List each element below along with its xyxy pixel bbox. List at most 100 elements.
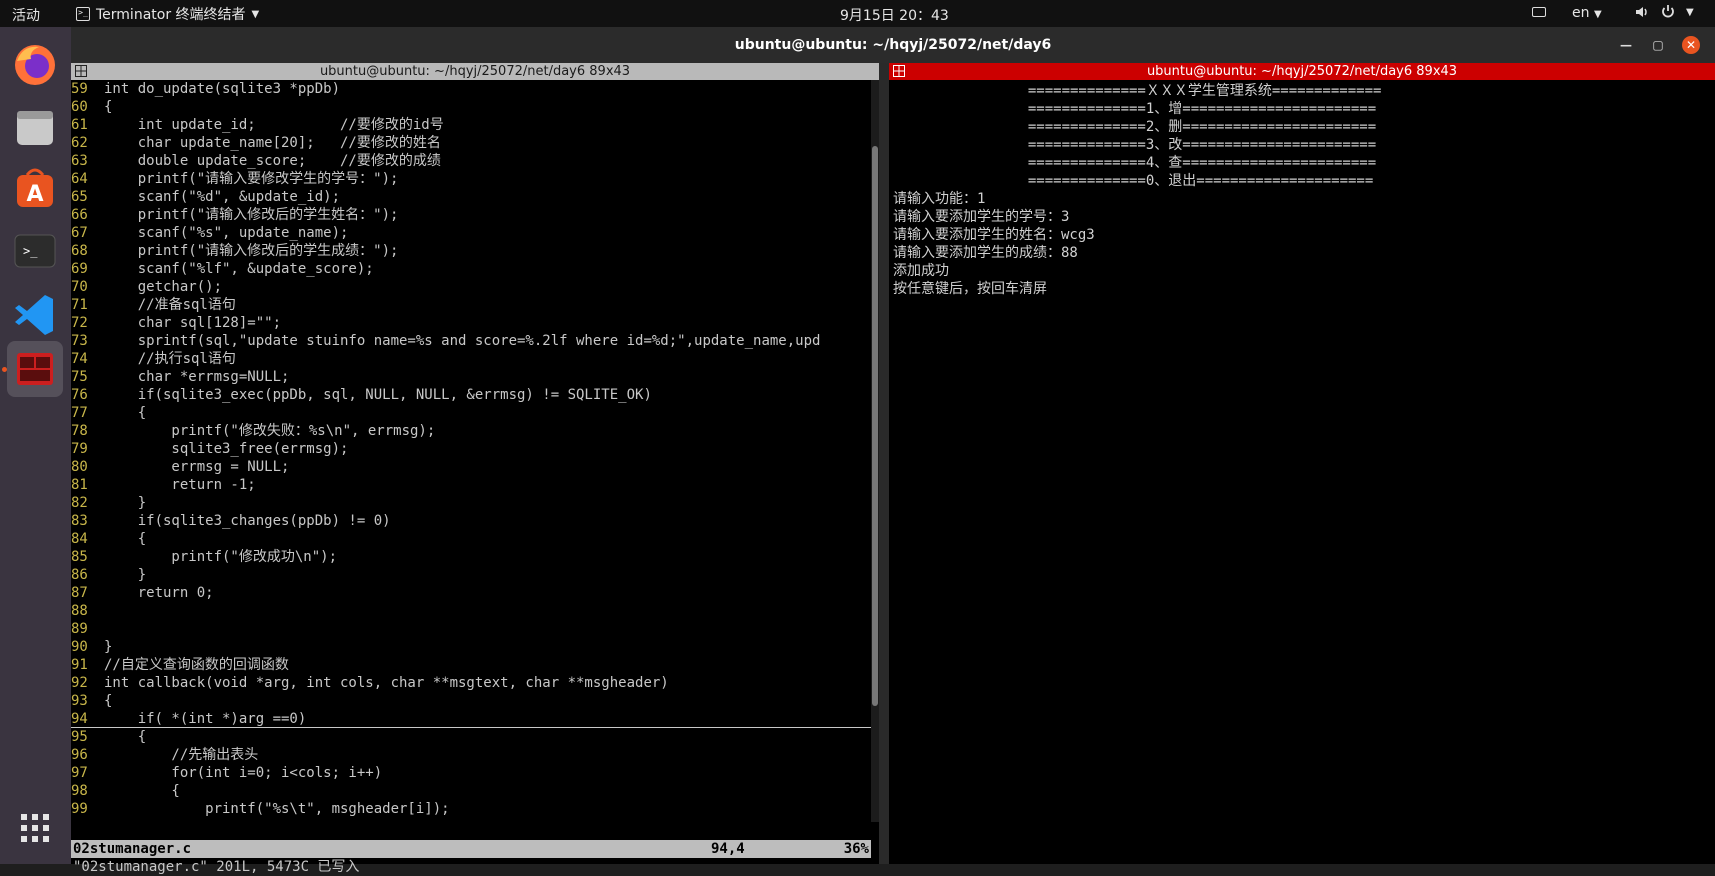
program-output[interactable]: ==============ＸＸＸ学生管理系统============= ===…: [893, 82, 1713, 298]
app-menu[interactable]: >_ Terminator 终端终结者 ▼: [76, 4, 259, 24]
output-line: 请输入要添加学生的学号：3: [893, 209, 1070, 225]
terminal-app-icon[interactable]: >_: [7, 223, 63, 279]
code-line[interactable]: 89: [71, 620, 871, 638]
line-number: 64: [71, 171, 88, 187]
line-number: 61: [71, 117, 88, 133]
line-number: 77: [71, 405, 88, 421]
code-line[interactable]: 81 return -1;: [71, 476, 871, 494]
code-text: printf("修改失败：%s\n", errmsg);: [104, 423, 436, 439]
code-line[interactable]: 78 printf("修改失败：%s\n", errmsg);: [71, 422, 871, 440]
code-text: sprintf(sql,"update stuinfo name=%s and …: [104, 333, 821, 349]
line-number: 62: [71, 135, 88, 151]
output-line: ==============4、查=======================: [893, 155, 1377, 171]
line-number: 91: [71, 657, 88, 673]
code-line[interactable]: 95 {: [71, 728, 871, 746]
code-line[interactable]: 59 int do_update(sqlite3 *ppDb): [71, 80, 871, 98]
code-line[interactable]: 98 {: [71, 782, 871, 800]
minimize-icon[interactable]: —: [1617, 36, 1635, 54]
output-line: 添加成功: [893, 263, 949, 279]
code-line[interactable]: 92 int callback(void *arg, int cols, char…: [71, 674, 871, 692]
code-line[interactable]: 91 //自定义查询函数的回调函数: [71, 656, 871, 674]
vim-command-line[interactable]: "02stumanager.c" 201L, 5473C 已写入: [71, 858, 871, 876]
code-line[interactable]: 97 for(int i=0; i<cols; i++): [71, 764, 871, 782]
code-line[interactable]: 70 getchar();: [71, 278, 871, 296]
pane-splitter[interactable]: [879, 63, 889, 864]
window-titlebar[interactable]: ubuntu@ubuntu: ~/hqyj/25072/net/day6 — ▢…: [71, 27, 1715, 63]
code-line[interactable]: 85 printf("修改成功\n");: [71, 548, 871, 566]
line-number: 78: [71, 423, 88, 439]
line-number: 69: [71, 261, 88, 277]
right-terminal-pane[interactable]: ubuntu@ubuntu: ~/hqyj/25072/net/day6 89x…: [889, 63, 1715, 864]
split-grid-icon[interactable]: [75, 65, 87, 77]
split-grid-icon[interactable]: [893, 65, 905, 77]
close-icon[interactable]: ✕: [1682, 36, 1700, 54]
code-line[interactable]: 77 {: [71, 404, 871, 422]
line-number: 93: [71, 693, 88, 709]
keyboard-icon[interactable]: [1532, 7, 1546, 17]
code-line[interactable]: 80 errmsg = NULL;: [71, 458, 871, 476]
left-terminal-pane[interactable]: ubuntu@ubuntu: ~/hqyj/25072/net/day6 89x…: [71, 63, 879, 875]
code-line[interactable]: 79 sqlite3_free(errmsg);: [71, 440, 871, 458]
output-line: ==============ＸＸＸ学生管理系统=============: [893, 83, 1382, 99]
code-line[interactable]: 63 double update_score; //要修改的成绩: [71, 152, 871, 170]
software-center-icon[interactable]: A: [7, 161, 63, 217]
line-number: 82: [71, 495, 88, 511]
code-line[interactable]: 84 {: [71, 530, 871, 548]
show-apps-icon[interactable]: [7, 800, 63, 856]
output-line: 请输入功能：1: [893, 191, 986, 207]
chevron-down-icon: ▼: [251, 8, 260, 20]
code-line[interactable]: 72 char sql[128]="";: [71, 314, 871, 332]
code-line[interactable]: 82 }: [71, 494, 871, 512]
line-number: 65: [71, 189, 88, 205]
code-text: {: [104, 405, 147, 421]
code-line[interactable]: 60 {: [71, 98, 871, 116]
code-line[interactable]: 90}: [71, 638, 871, 656]
code-line[interactable]: 87 return 0;: [71, 584, 871, 602]
code-text: int update_id; //要修改的id号: [104, 117, 444, 133]
code-line[interactable]: 69 scanf("%lf", &update_score);: [71, 260, 871, 278]
code-line[interactable]: 68 printf("请输入修改后的学生成绩：");: [71, 242, 871, 260]
code-line[interactable]: 76 if(sqlite3_exec(ppDb, sql, NULL, NULL…: [71, 386, 871, 404]
system-tray[interactable]: ▼: [1634, 4, 1694, 20]
line-number: 90: [71, 639, 88, 655]
code-line[interactable]: 75 char *errmsg=NULL;: [71, 368, 871, 386]
code-text: }: [104, 639, 113, 655]
code-line[interactable]: 93 {: [71, 692, 871, 710]
code-line[interactable]: 74 //执行sql语句: [71, 350, 871, 368]
code-text: if( *(int *)arg ==0): [104, 711, 307, 727]
vscode-icon[interactable]: [7, 285, 63, 341]
activities-button[interactable]: 活动: [12, 5, 40, 25]
left-pane-title[interactable]: ubuntu@ubuntu: ~/hqyj/25072/net/day6 89x…: [71, 63, 879, 80]
code-line[interactable]: 66 printf("请输入修改后的学生姓名：");: [71, 206, 871, 224]
code-line[interactable]: 88: [71, 602, 871, 620]
status-position: 94,4: [711, 841, 745, 857]
files-icon[interactable]: [7, 99, 63, 155]
code-text: {: [104, 531, 147, 547]
vim-editor[interactable]: 59 int do_update(sqlite3 *ppDb) 60 {61 int …: [71, 80, 871, 822]
code-line[interactable]: 96 //先输出表头: [71, 746, 871, 764]
code-line[interactable]: 99 printf("%s\t", msgheader[i]);: [71, 800, 871, 818]
code-line[interactable]: 83 if(sqlite3_changes(ppDb) != 0): [71, 512, 871, 530]
right-pane-title[interactable]: ubuntu@ubuntu: ~/hqyj/25072/net/day6 89x…: [889, 63, 1715, 80]
code-line[interactable]: 71 //准备sql语句: [71, 296, 871, 314]
code-line[interactable]: 94 if( *(int *)arg ==0): [71, 710, 871, 728]
scrollbar-thumb[interactable]: [872, 146, 878, 706]
output-line: ==============3、改=======================: [893, 137, 1377, 153]
code-line[interactable]: 73 sprintf(sql,"update stuinfo name=%s a…: [71, 332, 871, 350]
code-line[interactable]: 64 printf("请输入要修改学生的学号：");: [71, 170, 871, 188]
code-text: {: [104, 783, 180, 799]
code-line[interactable]: 67 scanf("%s", update_name);: [71, 224, 871, 242]
line-number: 70: [71, 279, 88, 295]
code-line[interactable]: 86 }: [71, 566, 871, 584]
clock[interactable]: 9月15日 20：43: [840, 5, 949, 25]
input-language[interactable]: en ▼: [1572, 5, 1602, 21]
code-line[interactable]: 61 int update_id; //要修改的id号: [71, 116, 871, 134]
scrollbar[interactable]: [871, 80, 879, 822]
firefox-icon[interactable]: [7, 37, 63, 93]
maximize-icon[interactable]: ▢: [1649, 36, 1667, 54]
code-line[interactable]: 65 scanf("%d", &update_id);: [71, 188, 871, 206]
code-line[interactable]: 62 char update_name[20]; //要修改的姓名: [71, 134, 871, 152]
left-pane-title-text: ubuntu@ubuntu: ~/hqyj/25072/net/day6 89x…: [319, 64, 631, 79]
chevron-down-icon: ▼: [1686, 6, 1694, 18]
terminator-icon[interactable]: [7, 341, 63, 397]
